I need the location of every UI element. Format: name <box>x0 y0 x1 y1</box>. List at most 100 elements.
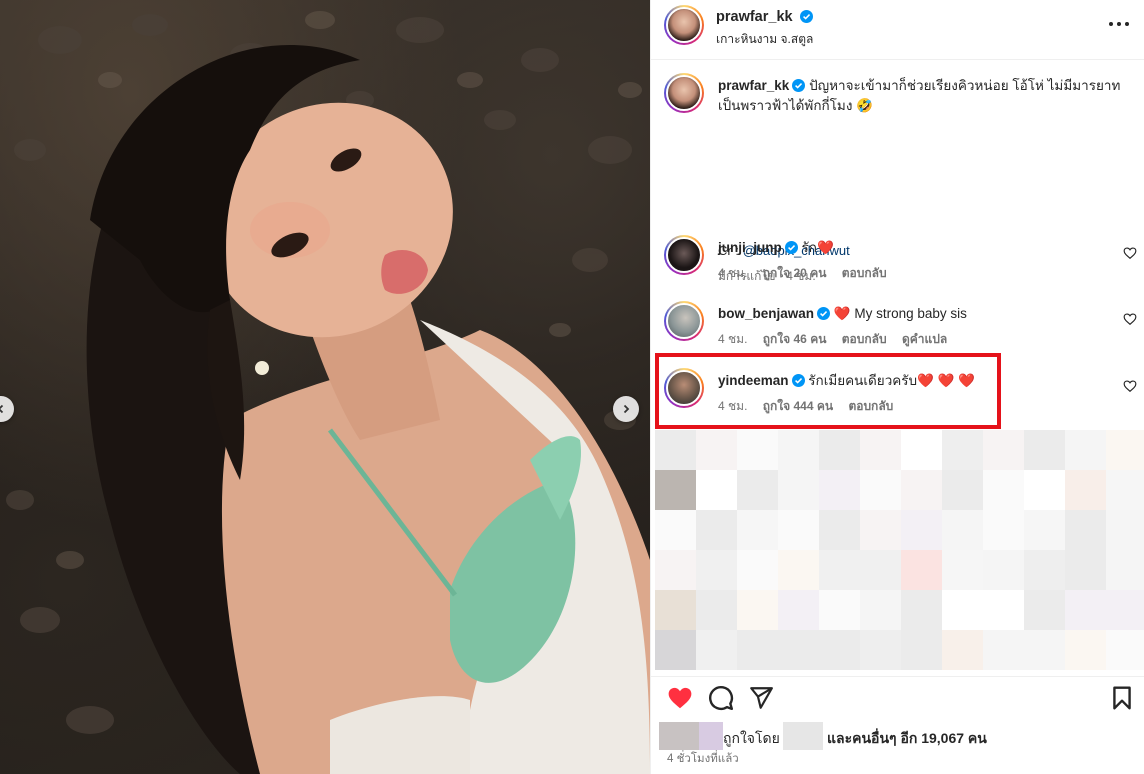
pixelated-block <box>901 430 942 470</box>
post-header: prawfar_kk เกาะหินงาม จ.สตูล <box>651 0 1144 60</box>
pixelated-block <box>778 630 819 670</box>
comment-body: My strong baby sis <box>854 306 967 321</box>
see-translation-button[interactable]: ดูคำแปล <box>902 332 947 346</box>
comment-body: รักเมียคนเดียวครับ <box>808 373 918 388</box>
pixelated-block <box>860 430 901 470</box>
pixelated-block <box>1106 510 1144 550</box>
verified-badge-icon <box>784 241 798 254</box>
chevron-right-icon <box>623 404 630 414</box>
pixelated-block <box>778 590 819 630</box>
commenter-avatar[interactable] <box>664 368 704 408</box>
verified-badge-icon <box>817 307 831 320</box>
pixelated-block <box>901 470 942 510</box>
commenter-username[interactable]: yindeeman <box>718 373 789 388</box>
caption-line-2: เป็นพราวฟ้าได้พักกี่โมง 🤣 <box>718 98 873 113</box>
pixelated-block <box>778 430 819 470</box>
comment-time[interactable]: 4 ชม. <box>718 332 747 346</box>
post-photo-illustration <box>6 11 650 774</box>
liked-by-label: ถูกใจโดย <box>723 730 780 746</box>
commenter-username[interactable]: bow_benjawan <box>718 306 814 321</box>
pixelated-block <box>655 430 696 470</box>
pixelated-block <box>860 590 901 630</box>
post-details-panel: prawfar_kk เกาะหินงาม จ.สตูล prawfar_kk … <box>650 0 1144 774</box>
pixelated-block <box>942 510 983 550</box>
pixelated-block <box>655 550 696 590</box>
liker-avatar-blurred <box>659 722 699 750</box>
comment-like-count[interactable]: ถูกใจ 444 คน <box>763 399 833 413</box>
comment-body: รัก <box>801 240 817 255</box>
pixelated-block <box>1106 550 1144 590</box>
next-photo-button[interactable] <box>613 396 639 422</box>
verified-badge-icon <box>799 10 813 23</box>
pixelated-block <box>1106 470 1144 510</box>
pixelated-block <box>1024 470 1065 510</box>
pixelated-block <box>778 510 819 550</box>
pixelated-block <box>901 510 942 550</box>
pixelated-block <box>901 630 942 670</box>
commenter-username[interactable]: junji_junp <box>718 240 782 255</box>
pixelated-block <box>860 470 901 510</box>
comment-text: junji_junp รัก❤️ <box>718 238 834 258</box>
like-count[interactable]: และคนอื่นๆ อีก 19,067 คน <box>827 728 987 750</box>
pixelated-block <box>1106 590 1144 630</box>
comment-like-heart-icon[interactable] <box>1123 246 1137 260</box>
verified-badge-icon <box>791 374 805 387</box>
pixelated-block <box>1024 550 1065 590</box>
pixelated-block <box>819 630 860 670</box>
pixelated-block <box>819 590 860 630</box>
pixelated-block <box>1106 630 1144 670</box>
caption-username[interactable]: prawfar_kk <box>718 78 789 93</box>
caption-author-avatar[interactable] <box>664 73 704 113</box>
pixelated-block <box>737 590 778 630</box>
comment-text: yindeeman รักเมียคนเดียวครับ❤️ ❤️ ❤️ <box>718 371 975 391</box>
pixelated-block <box>819 430 860 470</box>
pixelated-block <box>1065 630 1106 670</box>
pixelated-block <box>778 550 819 590</box>
comment-meta: 4 ชม. ถูกใจ 46 คน ตอบกลับ ดูคำแปล <box>718 330 959 349</box>
pixelated-block <box>1065 430 1106 470</box>
pixelated-block <box>983 630 1024 670</box>
pixelated-block <box>942 590 983 630</box>
pixelated-block <box>860 510 901 550</box>
pixelated-block <box>1065 510 1106 550</box>
pixelated-block <box>983 470 1024 510</box>
comment-like-count[interactable]: ถูกใจ 20 คน <box>763 266 827 280</box>
liker-name-blurred <box>783 722 823 750</box>
pixelated-block <box>696 510 737 550</box>
author-username-link[interactable]: prawfar_kk <box>716 9 813 25</box>
post-photo[interactable] <box>0 0 650 774</box>
comment-like-heart-icon[interactable] <box>1123 379 1137 393</box>
reply-button[interactable]: ตอบกลับ <box>848 399 893 413</box>
bookmark-icon[interactable] <box>1109 685 1135 711</box>
comment-meta: 4 ชม. ถูกใจ 444 คน ตอบกลับ <box>718 397 905 416</box>
author-username[interactable]: prawfar_kk <box>716 9 793 25</box>
reply-button[interactable]: ตอบกลับ <box>842 332 887 346</box>
commenter-avatar[interactable] <box>664 301 704 341</box>
more-dots-icon[interactable] <box>1107 14 1131 34</box>
heart-filled-icon[interactable] <box>667 685 693 711</box>
verified-badge-icon <box>792 79 806 92</box>
heart-emoji: ❤️ ❤️ ❤️ <box>917 373 976 388</box>
comment-text: bow_benjawan ❤️ My strong baby sis <box>718 304 967 324</box>
post-location[interactable]: เกาะหินงาม จ.สตูล <box>716 30 813 49</box>
pixelated-block <box>819 550 860 590</box>
pixelated-block <box>737 470 778 510</box>
comment-like-heart-icon[interactable] <box>1123 312 1137 326</box>
pixelated-block <box>860 550 901 590</box>
pixelated-block <box>655 510 696 550</box>
reply-button[interactable]: ตอบกลับ <box>842 266 887 280</box>
pixelated-block <box>901 590 942 630</box>
comment-like-count[interactable]: ถูกใจ 46 คน <box>763 332 827 346</box>
commenter-avatar[interactable] <box>664 235 704 275</box>
comment-bubble-icon[interactable] <box>708 685 734 711</box>
pixelated-block <box>983 430 1024 470</box>
pixelated-block <box>1065 470 1106 510</box>
likes-summary[interactable]: ถูกใจโดย และคนอื่นๆ อีก 19,067 คน <box>659 722 1139 750</box>
pixelated-block <box>737 510 778 550</box>
post-timestamp[interactable]: 4 ชั่วโมงที่แล้ว <box>667 750 739 768</box>
paper-plane-icon[interactable] <box>748 685 774 711</box>
author-avatar[interactable] <box>664 5 704 45</box>
comment-time[interactable]: 4 ชม. <box>718 399 747 413</box>
pixelated-block <box>696 630 737 670</box>
comment-time[interactable]: 4 ชม. <box>718 266 747 280</box>
